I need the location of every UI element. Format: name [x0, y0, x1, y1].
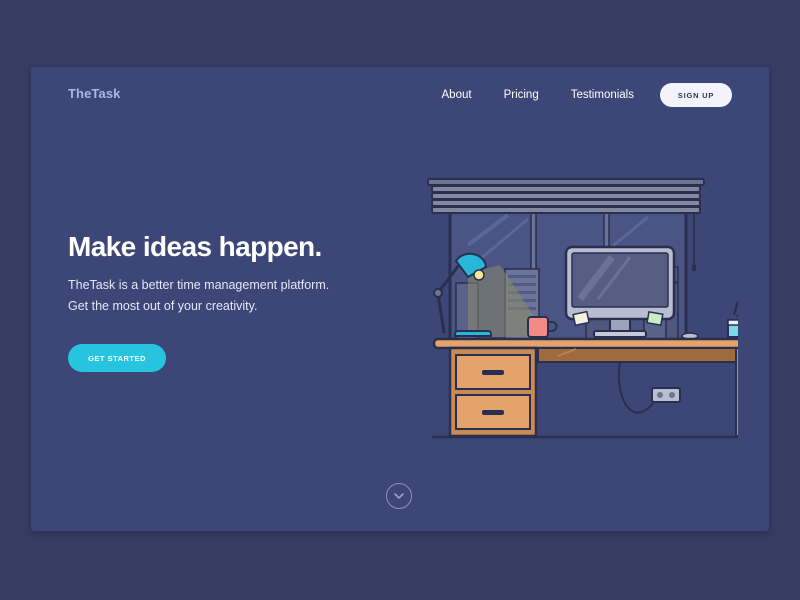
hero-subtitle-line-1: TheTask is a better time management plat…: [68, 278, 330, 292]
hero-subtitle: TheTask is a better time management plat…: [68, 275, 329, 317]
power-outlet: [617, 361, 681, 414]
hero-subtitle-line-2: Get the most out of your creativity.: [68, 299, 258, 313]
get-started-button[interactable]: GET STARTED: [68, 344, 166, 372]
top-nav: About Pricing Testimonials SIGN UP: [442, 83, 732, 107]
scroll-down-button[interactable]: [386, 483, 412, 509]
hero-title: Make ideas happen.: [68, 231, 322, 262]
desk: [432, 337, 738, 438]
chevron-down-icon: [394, 493, 404, 499]
nav-pricing-link[interactable]: Pricing: [504, 89, 539, 101]
sign-up-button[interactable]: SIGN UP: [660, 83, 732, 107]
nav-about-link[interactable]: About: [442, 89, 472, 101]
landing-card: TheTask About Pricing Testimonials SIGN …: [31, 67, 769, 531]
nav-testimonials-link[interactable]: Testimonials: [571, 89, 634, 101]
logo[interactable]: TheTask: [68, 86, 120, 101]
pencil-cup: [727, 300, 738, 338]
desk-workspace-illustration: [427, 178, 738, 439]
